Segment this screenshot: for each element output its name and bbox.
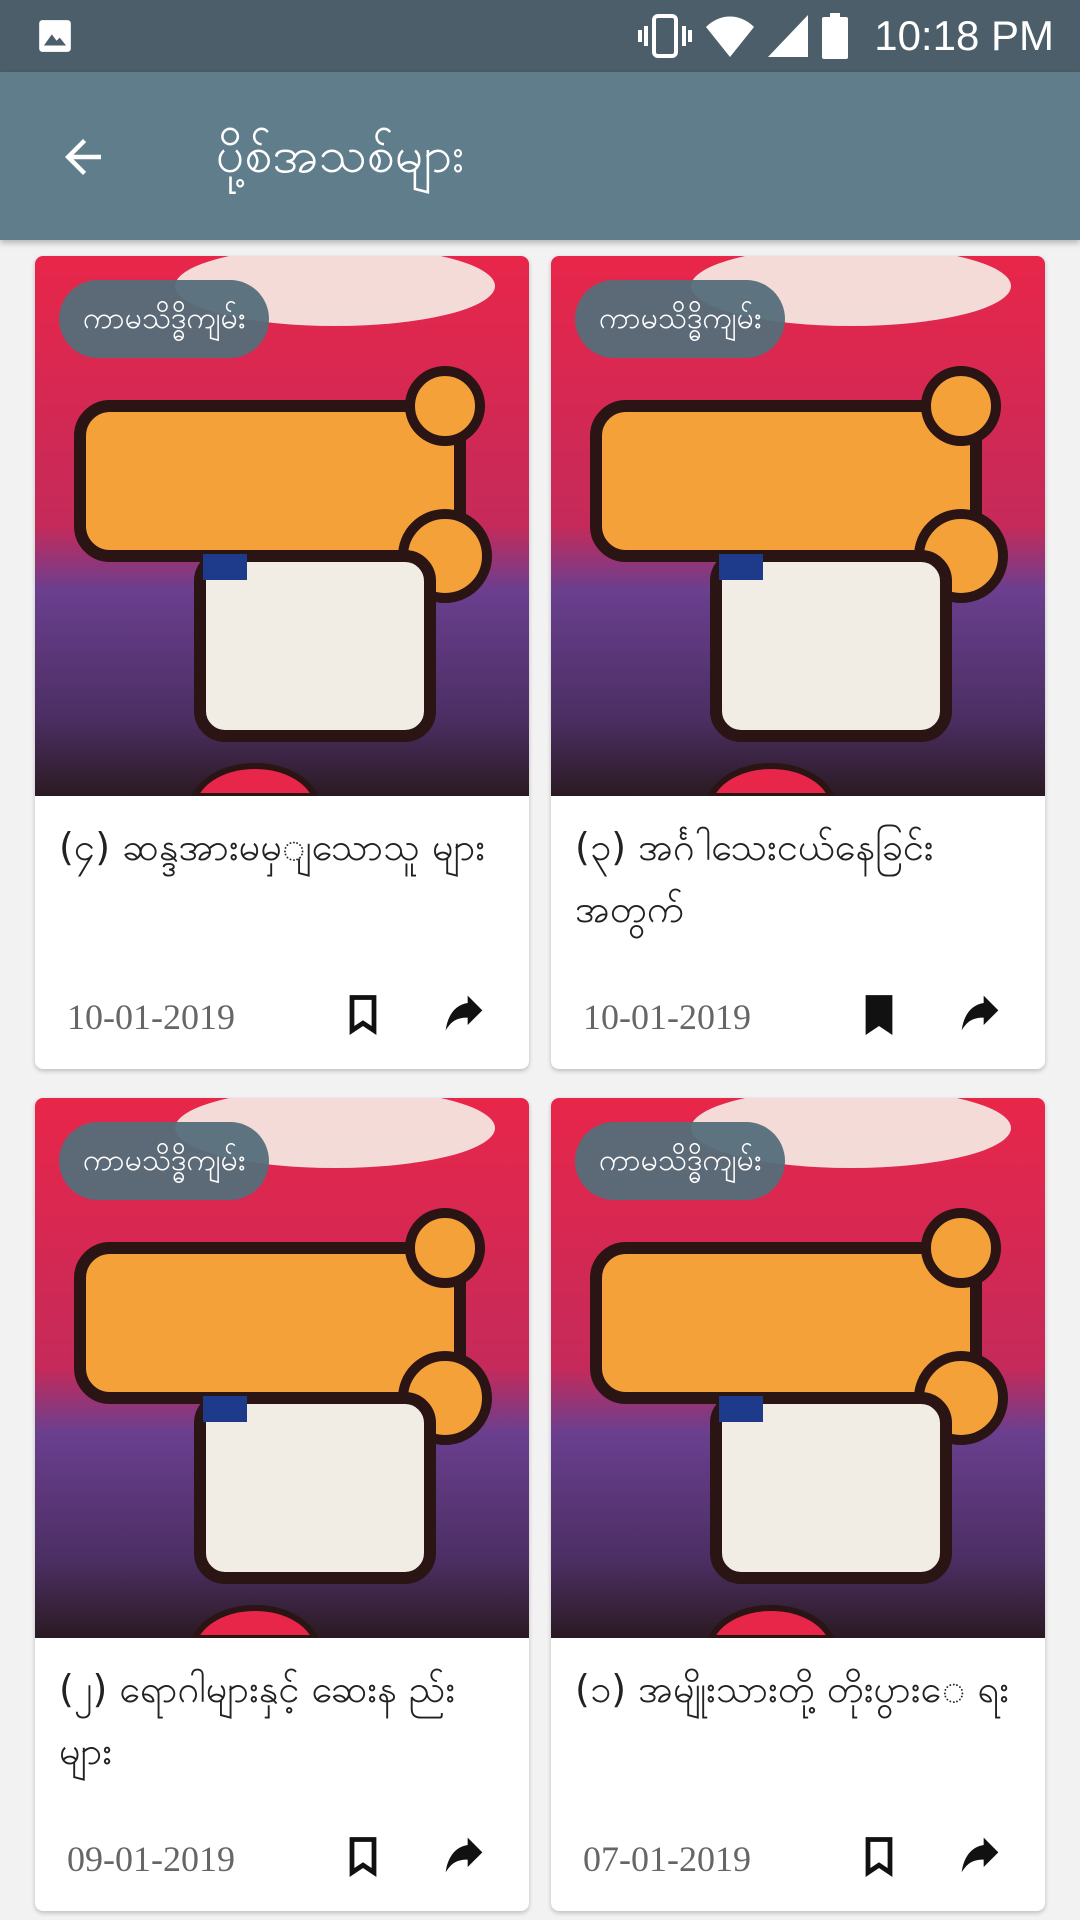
vibrate-icon — [638, 14, 693, 58]
bookmark-outline-icon[interactable] — [341, 1834, 385, 1878]
post-date: 10-01-2019 — [583, 997, 751, 1037]
post-card[interactable]: ကာမသိဒ္ဓိကျမ်း (၂) ရောဂါများနှင့် ဆေးန ည… — [35, 1098, 529, 1911]
status-bar: 10:18 PM — [0, 0, 1080, 72]
bookmark-filled-icon[interactable] — [857, 992, 901, 1036]
category-badge[interactable]: ကာမသိဒ္ဓိကျမ်း — [575, 280, 786, 358]
post-date: 10-01-2019 — [67, 997, 235, 1037]
battery-icon — [822, 13, 849, 59]
category-badge[interactable]: ကာမသိဒ္ဓိကျမ်း — [59, 1122, 270, 1200]
category-badge[interactable]: ကာမသိဒ္ဓိကျမ်း — [59, 280, 270, 358]
post-title[interactable]: (၂) ရောဂါများနှင့် ဆေးန ည်းများ — [59, 1658, 505, 1782]
image-icon — [39, 20, 71, 52]
post-title[interactable]: (၄) ဆန္ဒအားမမှျသောသူ များ — [59, 816, 505, 878]
post-card[interactable]: ကာမသိဒ္ဓိကျမ်း (၁) အမျိုးသားတို့ တိုးပွာ… — [551, 1098, 1045, 1911]
share-icon[interactable] — [439, 992, 489, 1036]
post-title[interactable]: (၃) အင်္ဂါသေးငယ်နေခြင်း အတွက် — [575, 816, 1021, 940]
post-card[interactable]: ကာမသိဒ္ဓိကျမ်း (၃) အင်္ဂါသေးငယ်နေခြင်း အ… — [551, 256, 1045, 1069]
app-bar: ပို့စ်အသစ်များ — [0, 72, 1080, 240]
share-icon[interactable] — [955, 1834, 1005, 1878]
bookmark-outline-icon[interactable] — [341, 992, 385, 1036]
share-icon[interactable] — [439, 1834, 489, 1878]
post-date: 07-01-2019 — [583, 1839, 751, 1879]
arrow-back-icon[interactable] — [56, 130, 110, 184]
post-date: 09-01-2019 — [67, 1839, 235, 1879]
page-title: ပို့စ်အသစ်များ — [216, 126, 465, 184]
post-card[interactable]: ကာမသိဒ္ဓိကျမ်း (၄) ဆန္ဒအားမမှျသောသူ များ… — [35, 256, 529, 1069]
share-icon[interactable] — [955, 992, 1005, 1036]
wifi-icon — [706, 16, 755, 57]
post-title[interactable]: (၁) အမျိုးသားတို့ တိုးပွားေ ရး — [575, 1658, 1021, 1720]
bookmark-outline-icon[interactable] — [857, 1834, 901, 1878]
category-badge[interactable]: ကာမသိဒ္ဓိကျမ်း — [575, 1122, 786, 1200]
signal-icon — [768, 15, 809, 57]
status-time: 10:18 PM — [874, 12, 1054, 59]
